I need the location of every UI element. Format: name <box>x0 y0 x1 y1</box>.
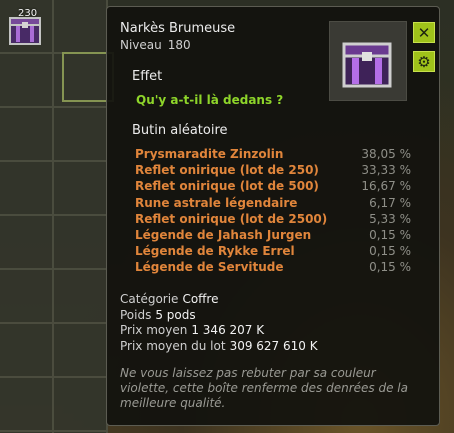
item-preview-icon <box>329 21 407 101</box>
loot-item-chance: 5,33 % <box>369 211 411 226</box>
loot-item: Légende de Rykke Errel 0,15 % <box>135 244 411 260</box>
loot-item-chance: 33,33 % <box>361 163 411 178</box>
weight-value: 5 pods <box>155 308 196 322</box>
loot-item-name: Rune astrale légendaire <box>135 195 298 210</box>
item-level: Niveau 180 <box>120 38 191 52</box>
loot-list: Prysmaradite Zinzolin 38,05 % Reflet onir… <box>135 147 411 277</box>
lot-price-row: Prix moyen du lot 309 627 610 K <box>120 339 318 353</box>
loot-item: Rune astrale légendaire 6,17 % <box>135 196 411 212</box>
inventory-grid[interactable]: 230 <box>0 0 114 433</box>
loot-item: Reflet onirique (lot de 500) 16,67 % <box>135 179 411 195</box>
avg-price-row: Prix moyen 1 346 207 K <box>120 323 264 337</box>
effect-text: Qu'y a-t-il là dedans ? <box>136 93 284 107</box>
loot-item-chance: 0,15 % <box>369 227 411 242</box>
loot-item-chance: 16,67 % <box>361 179 411 194</box>
loot-item: Reflet onirique (lot de 2500) 5,33 % <box>135 212 411 228</box>
loot-item-name: Légende de Rykke Errel <box>135 244 295 259</box>
category-row: Catégorie Coffre <box>120 292 218 306</box>
item-name: Narkès Brumeuse <box>120 21 236 36</box>
loot-item-chance: 0,15 % <box>369 260 411 275</box>
category-value: Coffre <box>182 292 219 306</box>
item-description: Ne vous laissez pas rebuter par sa coule… <box>120 366 408 410</box>
level-value: 180 <box>167 38 191 52</box>
loot-item: Prysmaradite Zinzolin 38,05 % <box>135 147 411 163</box>
category-label: Catégorie <box>120 292 179 306</box>
effect-header: Effet <box>132 69 163 84</box>
loot-item: Légende de Jahash Jurgen 0,15 % <box>135 228 411 244</box>
loot-item-name: Légende de Jahash Jurgen <box>135 227 312 242</box>
level-label: Niveau <box>120 38 162 52</box>
stack-count: 230 <box>18 8 38 19</box>
lot-price-label: Prix moyen du lot <box>120 339 226 353</box>
item-tooltip: Narkès Brumeuse Niveau 180 ✕ ⚙ Effet Qu'y… <box>106 6 440 426</box>
loot-item-name: Prysmaradite Zinzolin <box>135 147 284 161</box>
weight-label: Poids <box>120 308 152 322</box>
gear-icon: ⚙ <box>417 52 431 71</box>
loot-header: Butin aléatoire <box>132 123 228 138</box>
loot-item: Reflet onirique (lot de 250) 33,33 % <box>135 163 411 179</box>
loot-item-name: Reflet onirique (lot de 250) <box>135 163 319 178</box>
lot-price-value: 309 627 610 K <box>229 339 318 353</box>
loot-item-name: Reflet onirique (lot de 2500) <box>135 211 328 226</box>
close-button[interactable]: ✕ <box>413 22 435 43</box>
avg-price-label: Prix moyen <box>120 323 188 337</box>
loot-item-chance: 6,17 % <box>369 195 411 210</box>
loot-item-name: Reflet onirique (lot de 500) <box>135 179 319 194</box>
loot-item: Légende de Servitude 0,15 % <box>135 260 411 276</box>
loot-item-chance: 0,15 % <box>369 244 411 259</box>
loot-item-name: Légende de Servitude <box>135 260 284 275</box>
avg-price-value: 1 346 207 K <box>191 323 265 337</box>
weight-row: Poids 5 pods <box>120 308 196 322</box>
close-icon: ✕ <box>417 23 431 42</box>
loot-item-chance: 38,05 % <box>361 147 411 161</box>
settings-button[interactable]: ⚙ <box>413 51 435 72</box>
